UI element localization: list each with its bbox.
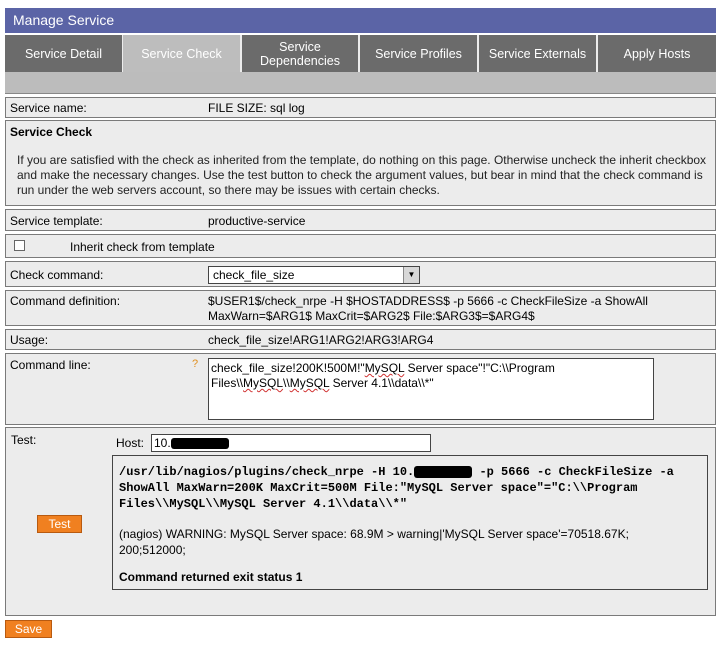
inherit-label: Inherit check from template <box>70 240 215 254</box>
help-icon[interactable]: ? <box>192 358 198 370</box>
test-command-line1: /usr/lib/nagios/plugins/check_nrpe -H 10… <box>119 464 701 480</box>
check-command-label: Check command: <box>10 268 104 282</box>
check-command-select[interactable]: check_file_size ▼ <box>208 266 420 284</box>
save-button[interactable]: Save <box>5 620 52 638</box>
command-line-text: \\ <box>283 376 290 390</box>
tab-content-bar <box>5 72 716 94</box>
check-command-selected: check_file_size <box>213 268 295 282</box>
command-line-label: Command line: <box>10 358 91 372</box>
service-check-section: Service Check If you are satisfied with … <box>5 120 716 206</box>
test-output: /usr/lib/nagios/plugins/check_nrpe -H 10… <box>112 455 708 590</box>
command-line-word: MySQL <box>243 376 284 390</box>
usage-value: check_file_size!ARG1!ARG2!ARG3!ARG4 <box>208 333 434 347</box>
test-exit-status: Command returned exit status 1 <box>119 570 303 584</box>
service-name-row: Service name: FILE SIZE: sql log <box>5 97 716 118</box>
service-template-row: Service template: productive-service <box>5 209 716 231</box>
tab-service-dependencies[interactable]: Service Dependencies <box>242 35 358 72</box>
command-definition-label: Command definition: <box>10 294 121 308</box>
redacted-block <box>170 438 229 450</box>
command-definition-row: Command definition: $USER1$/check_nrpe -… <box>5 290 716 326</box>
test-button[interactable]: Test <box>37 515 82 533</box>
test-command-text: -p 5666 -c CheckFileSize -a <box>472 465 674 479</box>
host-label: Host: <box>116 436 145 450</box>
usage-label: Usage: <box>10 333 49 347</box>
service-template-label: Service template: <box>10 214 103 228</box>
test-command-text: /usr/lib/nagios/plugins/check_nrpe -H 10… <box>119 465 415 479</box>
command-line-text: Server 4.1\\data\\*" <box>329 376 434 390</box>
test-section: Test: Host: 10. Test /usr/lib/nagios/plu… <box>5 427 716 616</box>
service-template-value: productive-service <box>208 214 306 228</box>
tab-service-profiles[interactable]: Service Profiles <box>360 35 477 72</box>
redacted-block <box>414 465 473 478</box>
test-label: Test: <box>11 433 37 447</box>
inherit-row: Inherit check from template <box>5 234 716 258</box>
command-line-row: Command line: ? check_file_size!200K!500… <box>5 353 716 425</box>
inherit-checkbox[interactable] <box>14 240 25 251</box>
command-line-word: MySQL <box>364 361 405 375</box>
command-definition-line2: MaxWarn=$ARG1$ MaxCrit=$ARG2$ File:$ARG3… <box>208 309 535 323</box>
command-line-text: check_file_size!200K!500M!" <box>211 361 365 375</box>
test-command-line3: Files\\MySQL\\MySQL Server 4.1\\data\\*" <box>119 497 408 511</box>
command-line-word: MySQL <box>289 376 330 390</box>
tab-service-externals[interactable]: Service Externals <box>479 35 596 72</box>
test-result-line2: 200;512000; <box>119 543 186 557</box>
window-title: Manage Service <box>5 8 716 33</box>
test-result-line1: (nagios) WARNING: MySQL Server space: 68… <box>119 527 629 541</box>
check-command-row: Check command: check_file_size ▼ <box>5 261 716 287</box>
host-input-value: 10. <box>154 436 171 450</box>
chevron-down-icon[interactable]: ▼ <box>403 267 419 283</box>
service-check-heading: Service Check <box>10 125 93 139</box>
tab-apply-hosts[interactable]: Apply Hosts <box>598 35 716 72</box>
service-check-description: If you are satisfied with the check as i… <box>17 153 707 197</box>
service-name-value: FILE SIZE: sql log <box>208 101 305 115</box>
tab-service-detail[interactable]: Service Detail <box>5 35 122 72</box>
service-name-label: Service name: <box>10 101 87 115</box>
usage-row: Usage: check_file_size!ARG1!ARG2!ARG3!AR… <box>5 329 716 350</box>
command-line-textarea[interactable]: check_file_size!200K!500M!"MySQL Server … <box>208 358 654 420</box>
tab-service-check[interactable]: Service Check <box>123 35 240 72</box>
test-command-line2: ShowAll MaxWarn=200K MaxCrit=500M File:"… <box>119 481 638 495</box>
command-definition-line1: $USER1$/check_nrpe -H $HOSTADDRESS$ -p 5… <box>208 294 648 308</box>
tab-bar: Service Detail Service Check Service Dep… <box>5 35 716 72</box>
host-input[interactable]: 10. <box>151 434 431 452</box>
